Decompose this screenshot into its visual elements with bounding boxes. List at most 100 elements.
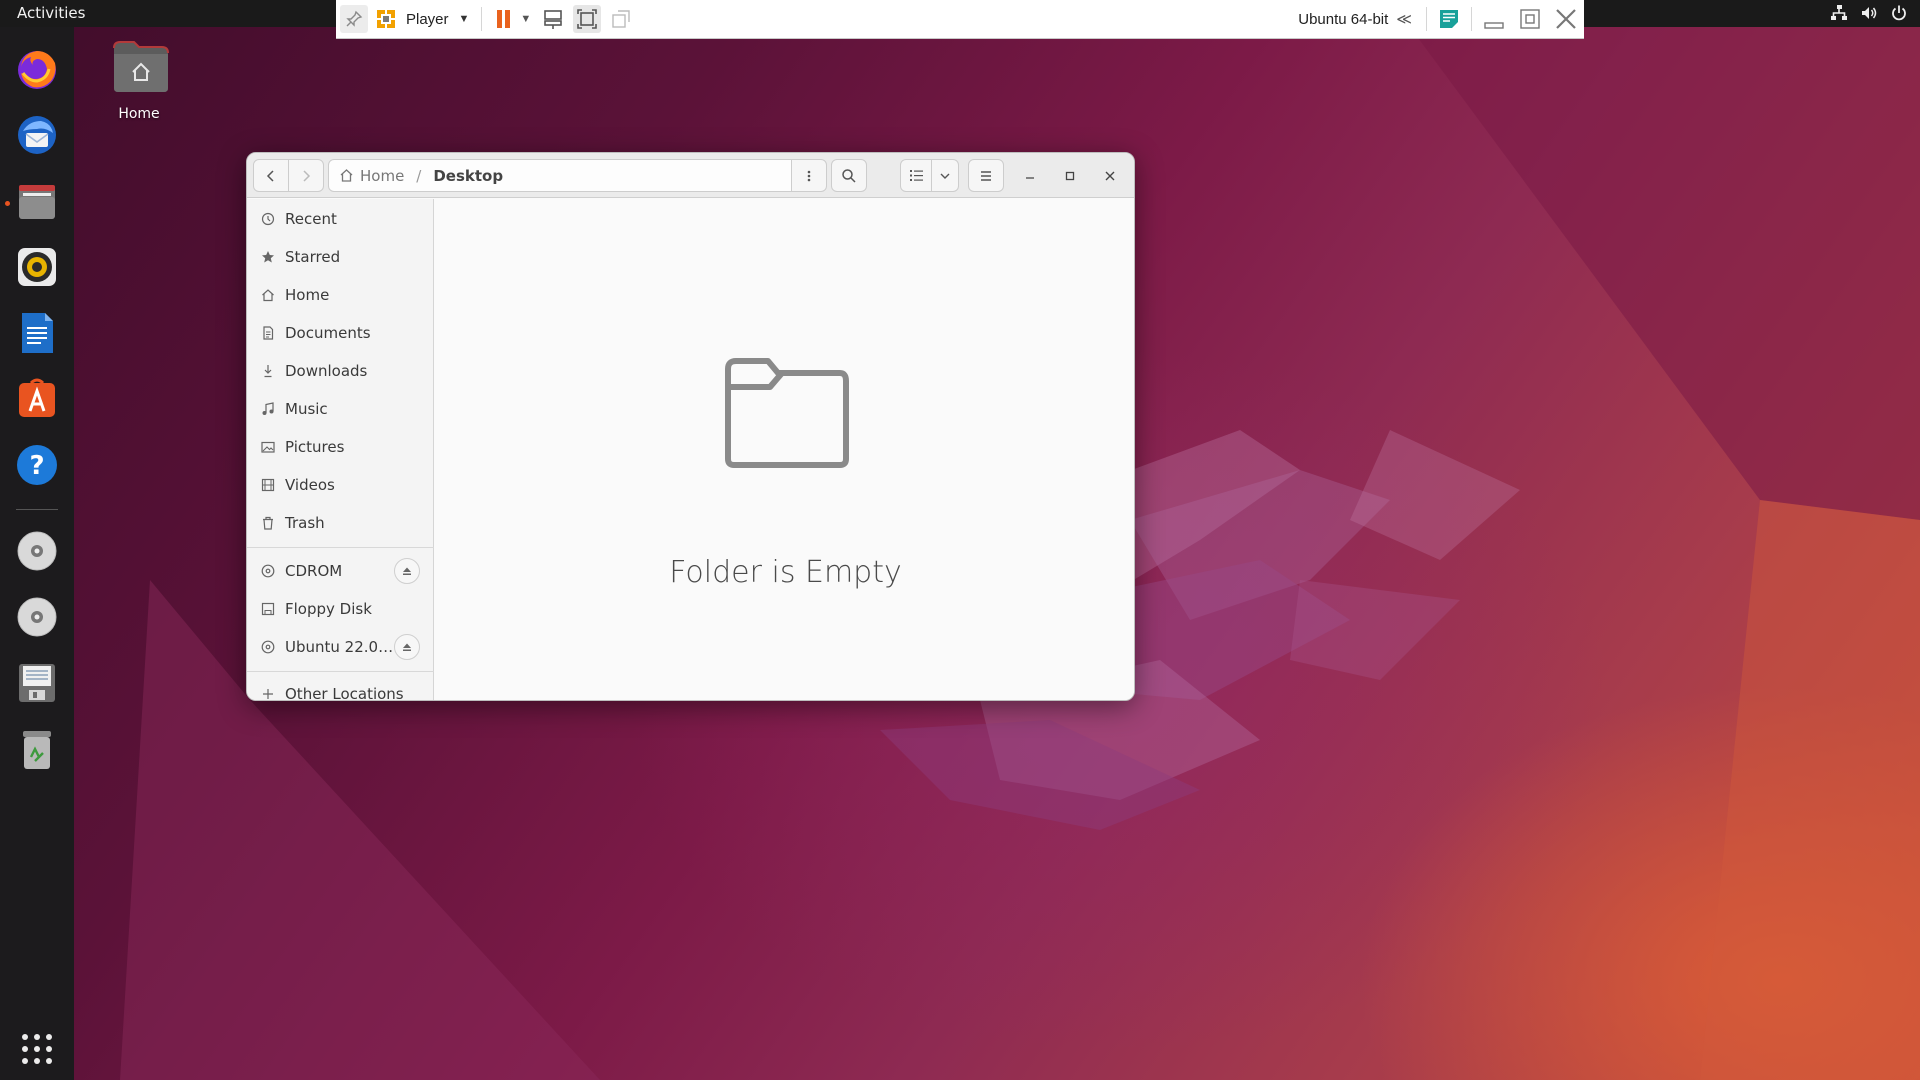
search-button[interactable] <box>831 159 867 192</box>
main-menu-button[interactable] <box>968 159 1004 192</box>
window-minimize-button[interactable] <box>1019 165 1041 187</box>
send-ctrl-alt-del-icon[interactable] <box>539 5 567 33</box>
sidebar-item-music[interactable]: Music <box>247 391 434 427</box>
path-segment-current[interactable]: Desktop <box>433 167 503 185</box>
fullscreen-icon[interactable] <box>573 5 602 33</box>
path-bar[interactable]: Home / Desktop <box>328 159 792 192</box>
eject-button[interactable] <box>394 634 420 660</box>
eject-button[interactable] <box>394 558 420 584</box>
sidebar-item-floppy-disk[interactable]: Floppy Disk <box>247 591 434 627</box>
sidebar-item-videos[interactable]: Videos <box>247 467 434 503</box>
thunderbird-icon[interactable] <box>13 111 61 159</box>
back-button[interactable] <box>253 159 289 192</box>
video-icon <box>260 477 276 493</box>
player-logo-icon[interactable] <box>372 5 400 33</box>
sidebar-item-recent[interactable]: Recent <box>247 201 434 237</box>
file-view[interactable]: Folder is Empty <box>435 199 1134 700</box>
ubuntu-disc-icon[interactable] <box>13 593 61 641</box>
vertical-dots-icon <box>807 170 811 181</box>
desktop-home-shortcut[interactable]: Home <box>106 40 172 122</box>
list-view-button[interactable] <box>900 159 932 192</box>
clock-icon <box>260 211 276 227</box>
sidebar-item-downloads[interactable]: Downloads <box>247 353 434 389</box>
libreoffice-writer-icon[interactable] <box>13 309 61 357</box>
plus-icon <box>260 686 276 700</box>
close-icon[interactable] <box>1552 5 1580 33</box>
sidebar-divider <box>247 671 434 672</box>
chevron-right-icon <box>303 169 311 182</box>
svg-text:?: ? <box>29 451 44 481</box>
sidebar-item-label: Pictures <box>285 438 345 456</box>
list-view-icon <box>909 170 923 181</box>
window-maximize-button[interactable] <box>1059 165 1081 187</box>
star-icon <box>260 249 276 265</box>
home-icon <box>340 169 353 182</box>
volume-icon[interactable] <box>1860 4 1878 22</box>
sidebar-item-starred[interactable]: Starred <box>247 239 434 275</box>
empty-folder-icon <box>725 358 849 468</box>
floppy-icon[interactable] <box>13 659 61 707</box>
restore-icon[interactable] <box>1516 5 1544 33</box>
sidebar-item-home[interactable]: Home <box>247 277 434 313</box>
toolbar-divider <box>1426 7 1427 31</box>
trash-icon <box>260 515 276 531</box>
home-icon <box>260 287 276 303</box>
files-headerbar: Home / Desktop <box>247 153 1134 198</box>
forward-button[interactable] <box>288 159 324 192</box>
close-icon <box>1105 171 1115 181</box>
sidebar-item-label: Floppy Disk <box>285 600 372 618</box>
player-menu-label[interactable]: Player <box>406 11 449 28</box>
chevron-left-icon <box>266 169 274 182</box>
pin-icon[interactable] <box>340 5 368 33</box>
download-icon <box>260 363 276 379</box>
network-icon[interactable] <box>1830 4 1848 22</box>
home-folder-icon <box>113 41 169 92</box>
notes-icon[interactable] <box>1435 5 1463 33</box>
floppy-icon <box>260 601 276 617</box>
pause-dropdown-icon[interactable]: ▼ <box>520 13 531 25</box>
vmware-toolbar: Player ▼ ▼ Ubuntu 64-bit ≪ <box>336 0 1584 39</box>
sidebar-item-label: Recent <box>285 210 337 228</box>
activities-button[interactable]: Activities <box>17 4 85 22</box>
sidebar-item-ubuntu-disc[interactable]: Ubuntu 22.0… <box>247 629 434 665</box>
sidebar-item-other-locations[interactable]: Other Locations <box>247 676 434 700</box>
trash-icon[interactable] <box>13 725 61 773</box>
document-icon <box>260 325 276 341</box>
rhythmbox-icon[interactable] <box>13 243 61 291</box>
firefox-icon[interactable] <box>13 45 61 93</box>
system-tray[interactable] <box>1830 4 1908 22</box>
pause-icon[interactable] <box>490 5 518 33</box>
collapse-toolbar-icon[interactable]: ≪ <box>1396 10 1412 28</box>
sidebar-item-documents[interactable]: Documents <box>247 315 434 351</box>
sidebar-item-cdrom[interactable]: CDROM <box>247 553 434 589</box>
eject-icon <box>403 643 411 651</box>
empty-folder-message: Folder is Empty <box>669 555 902 590</box>
sidebar-item-label: Trash <box>285 514 325 532</box>
toolbar-divider <box>481 7 483 31</box>
show-applications-icon[interactable] <box>13 1025 61 1073</box>
sidebar-item-label: Documents <box>285 324 371 342</box>
minimize-icon <box>1026 177 1034 179</box>
sidebar-item-trash[interactable]: Trash <box>247 505 434 541</box>
help-icon[interactable]: ? <box>13 441 61 489</box>
places-sidebar: Recent Starred Home Documents Downloads … <box>247 199 434 700</box>
power-icon[interactable] <box>1890 4 1908 22</box>
path-menu-button[interactable] <box>791 159 827 192</box>
app-center-icon[interactable] <box>13 375 61 423</box>
disc-icon <box>260 639 276 655</box>
hamburger-menu-icon <box>981 170 991 181</box>
cdrom-icon[interactable] <box>13 527 61 575</box>
view-options-button[interactable] <box>931 159 959 192</box>
minimize-icon[interactable] <box>1480 5 1508 33</box>
dock: ? <box>0 27 74 1080</box>
files-icon[interactable] <box>13 177 61 225</box>
path-separator: / <box>416 166 422 185</box>
sidebar-item-label: CDROM <box>285 562 343 580</box>
picture-icon <box>260 439 276 455</box>
unity-mode-icon[interactable] <box>607 5 635 33</box>
player-menu-chevron-icon[interactable]: ▼ <box>459 13 470 25</box>
music-icon <box>260 401 276 417</box>
sidebar-item-pictures[interactable]: Pictures <box>247 429 434 465</box>
path-segment-home[interactable]: Home <box>360 167 404 185</box>
window-close-button[interactable] <box>1099 165 1121 187</box>
